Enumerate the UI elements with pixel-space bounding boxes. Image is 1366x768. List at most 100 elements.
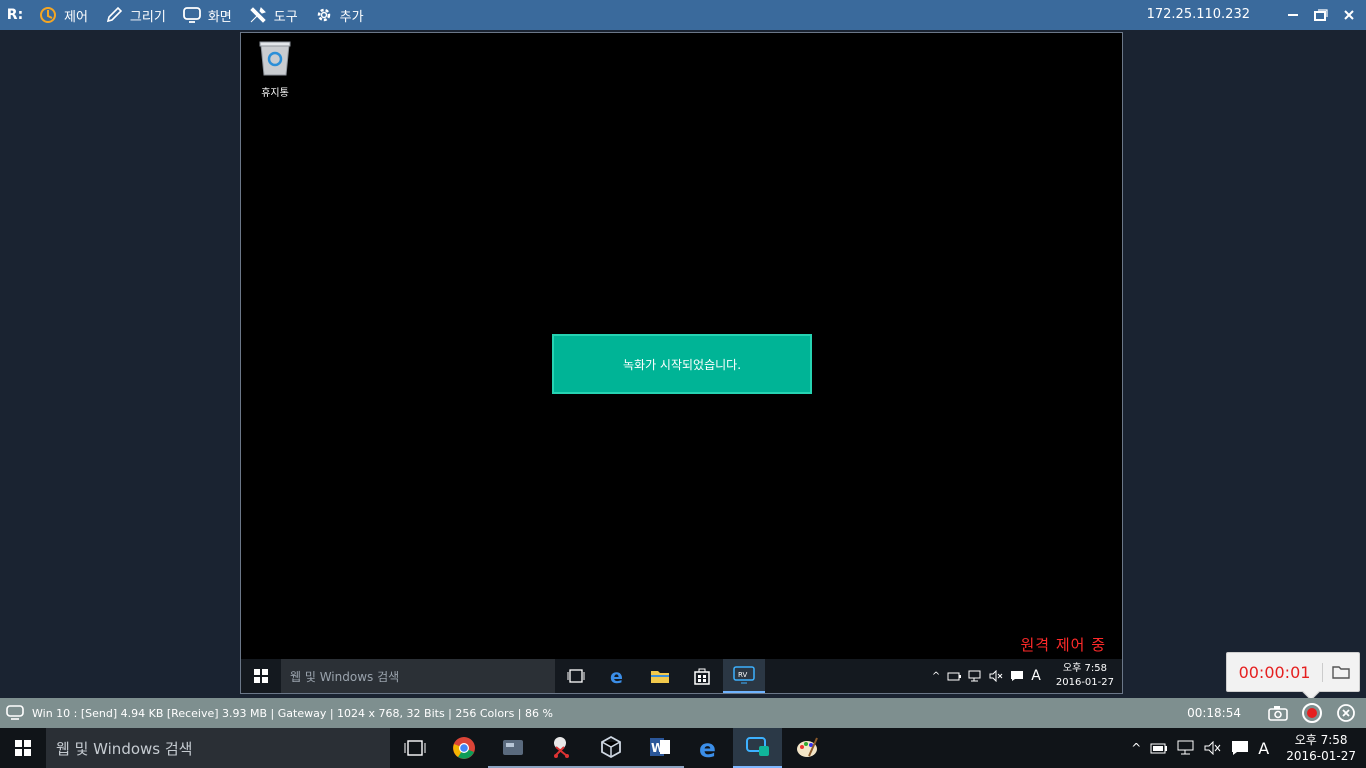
window-controls <box>1284 0 1358 30</box>
host-task-view-button[interactable] <box>390 728 439 768</box>
open-recording-folder-button[interactable] <box>1323 665 1359 679</box>
svg-text:e: e <box>610 667 623 685</box>
folder-outline-icon <box>1332 666 1350 679</box>
remote-rv-app-button[interactable]: RV <box>723 659 765 693</box>
volume-muted-icon[interactable] <box>989 670 1003 682</box>
battery-icon[interactable] <box>947 671 962 681</box>
menu-extra-label: 추가 <box>339 9 364 25</box>
recycle-bin[interactable]: 휴지통 <box>251 39 299 99</box>
record-button[interactable] <box>1300 701 1324 725</box>
rv-app-icon: RV <box>733 666 755 684</box>
network-icon[interactable] <box>968 670 982 682</box>
remote-screen[interactable]: 휴지통 녹화가 시작되었습니다. 원격 제어 중 웹 및 Windows 검색 … <box>240 32 1123 694</box>
tools-icon <box>250 7 266 23</box>
recycle-bin-label: 휴지통 <box>261 88 289 99</box>
edge-button[interactable]: e <box>684 728 733 768</box>
chrome-icon <box>452 737 475 759</box>
volume-muted-icon[interactable] <box>1204 741 1222 755</box>
svg-text:RV: RV <box>738 671 747 679</box>
snipping-tool-button[interactable] <box>537 728 586 768</box>
remote-task-view-button[interactable] <box>555 659 597 693</box>
virtualbox-button[interactable] <box>586 728 635 768</box>
menu-control[interactable]: 제어 <box>30 0 96 30</box>
windows-logo-icon <box>254 669 268 683</box>
control-icon <box>40 7 56 23</box>
svg-text:e: e <box>699 736 716 760</box>
windows-logo-icon <box>15 740 31 756</box>
remote-store-button[interactable] <box>681 659 723 693</box>
record-icon <box>1302 703 1322 723</box>
menu-control-label: 제어 <box>64 9 88 25</box>
connection-info-text: Win 10 : [Send] 4.94 KB [Receive] 3.93 M… <box>32 706 553 720</box>
remote-start-button[interactable] <box>241 659 281 693</box>
task-view-icon <box>567 669 585 683</box>
recording-started-toast: 녹화가 시작되었습니다. <box>552 334 812 394</box>
minimize-icon[interactable] <box>1284 6 1302 24</box>
host-search-box[interactable]: 웹 및 Windows 검색 <box>46 728 390 768</box>
status-controls <box>1266 701 1358 725</box>
restore-icon[interactable] <box>1312 6 1330 24</box>
host-clock-time: 오후 7:58 <box>1294 733 1348 747</box>
menu-draw[interactable]: 그리기 <box>96 0 174 30</box>
network-icon[interactable] <box>1177 740 1195 756</box>
file-explorer-button[interactable] <box>488 728 537 768</box>
disconnect-button[interactable] <box>1334 701 1358 725</box>
menu-draw-label: 그리기 <box>129 9 166 25</box>
remote-control-status: 원격 제어 중 <box>1020 636 1106 654</box>
virtualbox-icon <box>600 735 621 759</box>
notification-icon[interactable] <box>1010 670 1024 682</box>
menu-tools[interactable]: 도구 <box>240 0 306 30</box>
chrome-button[interactable] <box>439 728 488 768</box>
viewer-toolbar: R: 제어 그리기 화면 도구 추가 172.25.110.232 <box>0 0 1366 30</box>
remote-taskbar: 웹 및 Windows 검색 e RV ^ A 오후 7:58 2016-01-… <box>241 659 1122 693</box>
screenshot-button[interactable] <box>1266 701 1290 725</box>
gear-icon <box>317 8 330 22</box>
battery-icon[interactable] <box>1150 742 1168 754</box>
recording-timer-popup: 00:00:01 <box>1226 652 1360 701</box>
menu-screen[interactable]: 화면 <box>174 0 240 30</box>
folder-icon <box>651 671 669 683</box>
ime-indicator[interactable]: A <box>1031 668 1041 684</box>
remote-search-box[interactable]: 웹 및 Windows 검색 <box>281 659 555 693</box>
remote-explorer-button[interactable] <box>639 659 681 693</box>
remote-viewer-icon <box>745 737 769 756</box>
ime-indicator[interactable]: A <box>1258 739 1269 758</box>
paint-button[interactable] <box>782 728 831 768</box>
recycle-bin-icon <box>259 41 291 76</box>
recording-timer: 00:00:01 <box>1227 662 1323 682</box>
tray-chevron-up-icon[interactable]: ^ <box>1131 741 1141 755</box>
camera-icon <box>1268 706 1288 721</box>
pencil-icon <box>106 6 123 23</box>
remote-viewer-button[interactable] <box>733 728 782 768</box>
host-clock-date: 2016-01-27 <box>1286 749 1356 763</box>
disconnect-icon <box>1337 704 1355 722</box>
app-logo[interactable]: R: <box>0 0 30 30</box>
remote-system-tray: ^ A 오후 7:58 2016-01-27 <box>932 659 1114 693</box>
menu-extra[interactable]: 추가 <box>306 0 372 30</box>
host-clock[interactable]: 오후 7:58 2016-01-27 <box>1286 732 1356 764</box>
scissors-icon <box>553 737 569 758</box>
close-icon[interactable] <box>1340 6 1358 24</box>
connection-status-bar: Win 10 : [Send] 4.94 KB [Receive] 3.93 M… <box>0 698 1366 728</box>
edge-icon: e <box>699 736 716 760</box>
remote-ip-address: 172.25.110.232 <box>1146 7 1250 22</box>
remote-clock-time: 오후 7:58 <box>1062 663 1107 674</box>
menu-screen-label: 화면 <box>207 9 232 25</box>
palette-icon <box>796 737 818 757</box>
remote-clock-date: 2016-01-27 <box>1055 677 1114 688</box>
menu-tools-label: 도구 <box>273 9 298 25</box>
remote-clock[interactable]: 오후 7:58 2016-01-27 <box>1056 662 1114 690</box>
edge-icon: e <box>610 667 623 685</box>
session-elapsed-time: 00:18:54 <box>1187 706 1241 720</box>
remote-edge-button[interactable]: e <box>597 659 639 693</box>
task-view-icon <box>404 740 425 756</box>
tray-chevron-up-icon[interactable]: ^ <box>932 671 940 682</box>
word-button[interactable]: W <box>635 728 684 768</box>
host-taskbar: 웹 및 Windows 검색 W e ^ A 오후 7:58 2016-01-2… <box>0 728 1366 768</box>
folder-icon <box>502 740 523 755</box>
host-start-button[interactable] <box>0 728 46 768</box>
monitor-icon <box>6 705 24 720</box>
notification-icon[interactable] <box>1231 740 1249 756</box>
svg-text:W: W <box>651 741 664 755</box>
word-icon: W <box>649 738 670 756</box>
